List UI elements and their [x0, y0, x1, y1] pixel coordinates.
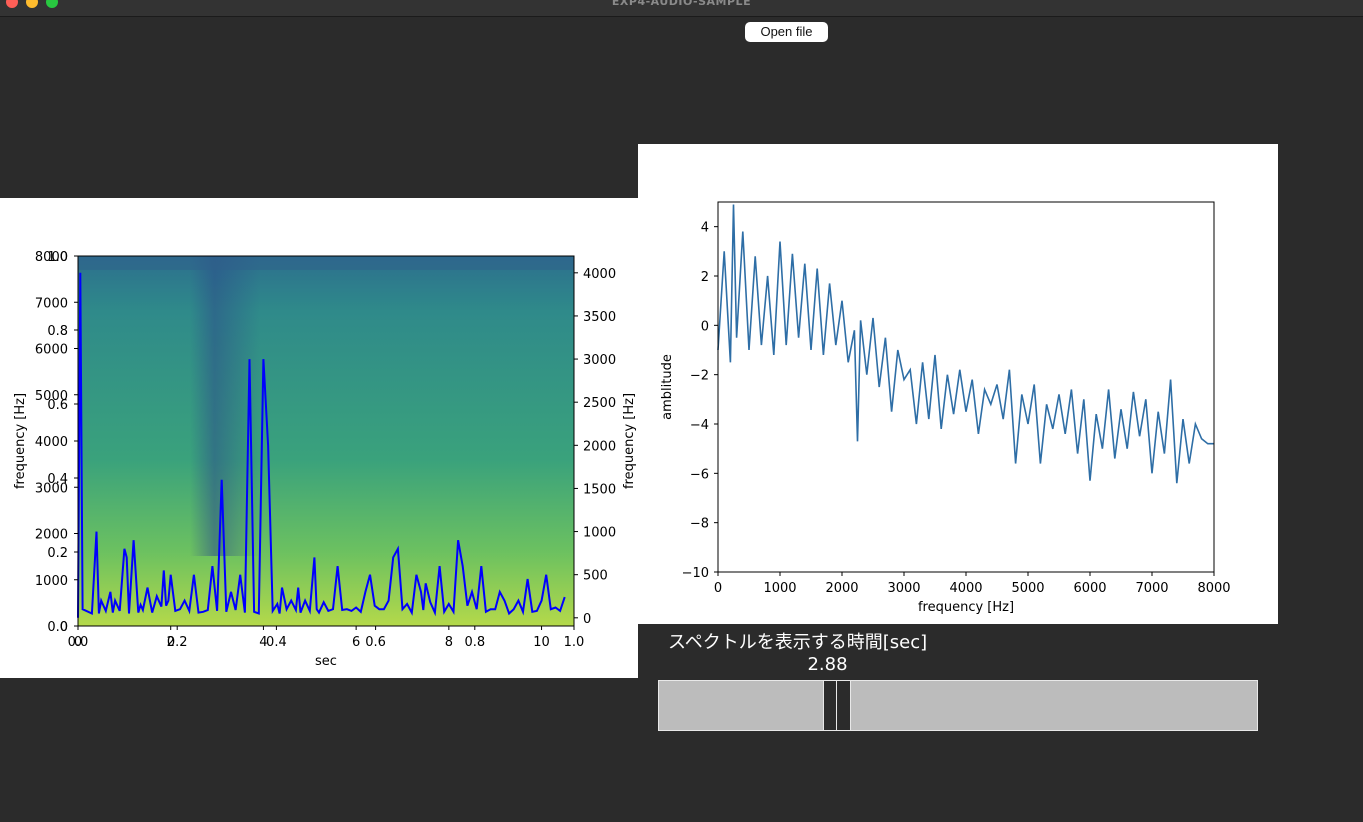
right-y-tick-label: 1500 — [583, 482, 616, 497]
spectrum-x-label: frequency [Hz] — [918, 600, 1014, 615]
open-file-button[interactable]: Open file — [745, 22, 828, 42]
time-slider-label: スペクトルを表示する時間[sec] — [668, 632, 928, 653]
x-tick-label: 7000 — [1135, 581, 1168, 596]
overlay-y-tick-label: 0.2 — [47, 546, 68, 561]
spectrogram-chart: 010002000300040005000600070008000 0.00.2… — [13, 250, 637, 669]
overlay-y-tick-label: 0.0 — [47, 620, 68, 635]
time-slider-value: 2.88 — [807, 654, 848, 675]
spectrum-panel: 0 1000 2000 3000 4000 5000 6000 7000 8000 4 2 0 −2 −… — [638, 144, 1278, 624]
spectrogram-y-axis: 010002000300040005000600070008000 — [35, 250, 78, 635]
right-y-tick-label: 0 — [583, 612, 591, 627]
spectrogram-right-y-label: frequency [Hz] — [622, 393, 637, 489]
spectrogram-image — [78, 256, 574, 626]
right-y-tick-label: 1000 — [583, 526, 616, 541]
right-y-tick-label: 2000 — [583, 439, 616, 454]
spectrum-y-label: amblitude — [660, 354, 675, 420]
y-tick-label: 4000 — [35, 435, 68, 450]
y-tick-label: 6000 — [35, 343, 68, 358]
y-tick-label: 0 — [701, 319, 709, 334]
spectrum-chart: 0 1000 2000 3000 4000 5000 6000 7000 8000 4 2 0 −2 −… — [660, 201, 1231, 615]
x-tick-label: 6000 — [1073, 581, 1106, 596]
x-tick-label: 8 — [445, 635, 453, 650]
window-titlebar: EXP4-AUDIO-SAMPLE — [0, 0, 1363, 17]
x-tick-label: 2000 — [825, 581, 858, 596]
overlay-y-tick-label: 1.0 — [47, 250, 68, 265]
x-tick-label: 10 — [533, 635, 550, 650]
overlay-x-tick-label: 0.2 — [167, 635, 188, 650]
y-tick-label: −4 — [690, 418, 709, 433]
overlay-x-tick-label: 0.0 — [68, 635, 89, 650]
y-tick-label: −2 — [690, 369, 709, 384]
y-tick-label: 1000 — [35, 574, 68, 589]
right-y-tick-label: 4000 — [583, 267, 616, 282]
overlay-y-tick-label: 0.8 — [47, 324, 68, 339]
y-tick-label: 7000 — [35, 296, 68, 311]
right-y-tick-label: 500 — [583, 569, 608, 584]
y-tick-label: −10 — [682, 566, 709, 581]
slider-thumb-grip — [836, 681, 837, 730]
x-tick-label: 4000 — [949, 581, 982, 596]
y-tick-label: −6 — [690, 467, 709, 482]
spectrum-line — [717, 204, 1214, 484]
spectrum-y-axis: 4 2 0 −2 −4 −6 −8 −10 — [682, 221, 718, 581]
right-y-tick-label: 3000 — [583, 353, 616, 368]
right-y-tick-label: 3500 — [583, 310, 616, 325]
overlay-x-tick-label: 1.0 — [564, 635, 585, 650]
time-slider[interactable] — [658, 680, 1258, 731]
x-tick-label: 3000 — [887, 581, 920, 596]
spectrogram-x-label: sec — [315, 654, 337, 669]
overlay-x-tick-label: 0.6 — [365, 635, 386, 650]
y-tick-label: 2000 — [35, 528, 68, 543]
spectrogram-plot — [77, 255, 575, 627]
window-title: EXP4-AUDIO-SAMPLE — [611, 0, 752, 8]
overlay-x-axis: 0.0 0.2 0.4 0.6 0.8 1.0 — [68, 626, 585, 650]
spectrogram-right-y-axis: 0 500 1000 1500 2000 2500 3000 3500 4000 — [574, 267, 616, 627]
y-tick-label: −8 — [690, 517, 709, 532]
overlay-x-tick-label: 0.4 — [266, 635, 287, 650]
x-tick-label: 6 — [352, 635, 360, 650]
x-tick-label: 0 — [714, 581, 722, 596]
x-tick-label: 8000 — [1197, 581, 1230, 596]
spectrogram-y-label: frequency [Hz] — [13, 393, 28, 489]
overlay-x-tick-label: 0.8 — [464, 635, 485, 650]
y-tick-label: 2 — [701, 270, 709, 285]
time-slider-thumb[interactable] — [823, 681, 851, 730]
spectrum-series-line — [717, 204, 1214, 484]
overlay-y-tick-label: 0.4 — [47, 472, 68, 487]
spectrum-x-axis: 0 1000 2000 3000 4000 5000 6000 7000 8000 — [714, 572, 1231, 596]
x-tick-label: 1000 — [763, 581, 796, 596]
spectrogram-panel: 0 1000 2000 3000 4000 5000 6000 7000 8000 0.0 0.2… — [0, 198, 638, 678]
x-tick-label: 5000 — [1011, 581, 1044, 596]
spectrogram-top-band — [78, 256, 574, 270]
right-y-tick-label: 2500 — [583, 396, 616, 411]
overlay-y-tick-label: 0.6 — [47, 398, 68, 413]
y-tick-label: 4 — [701, 221, 709, 236]
